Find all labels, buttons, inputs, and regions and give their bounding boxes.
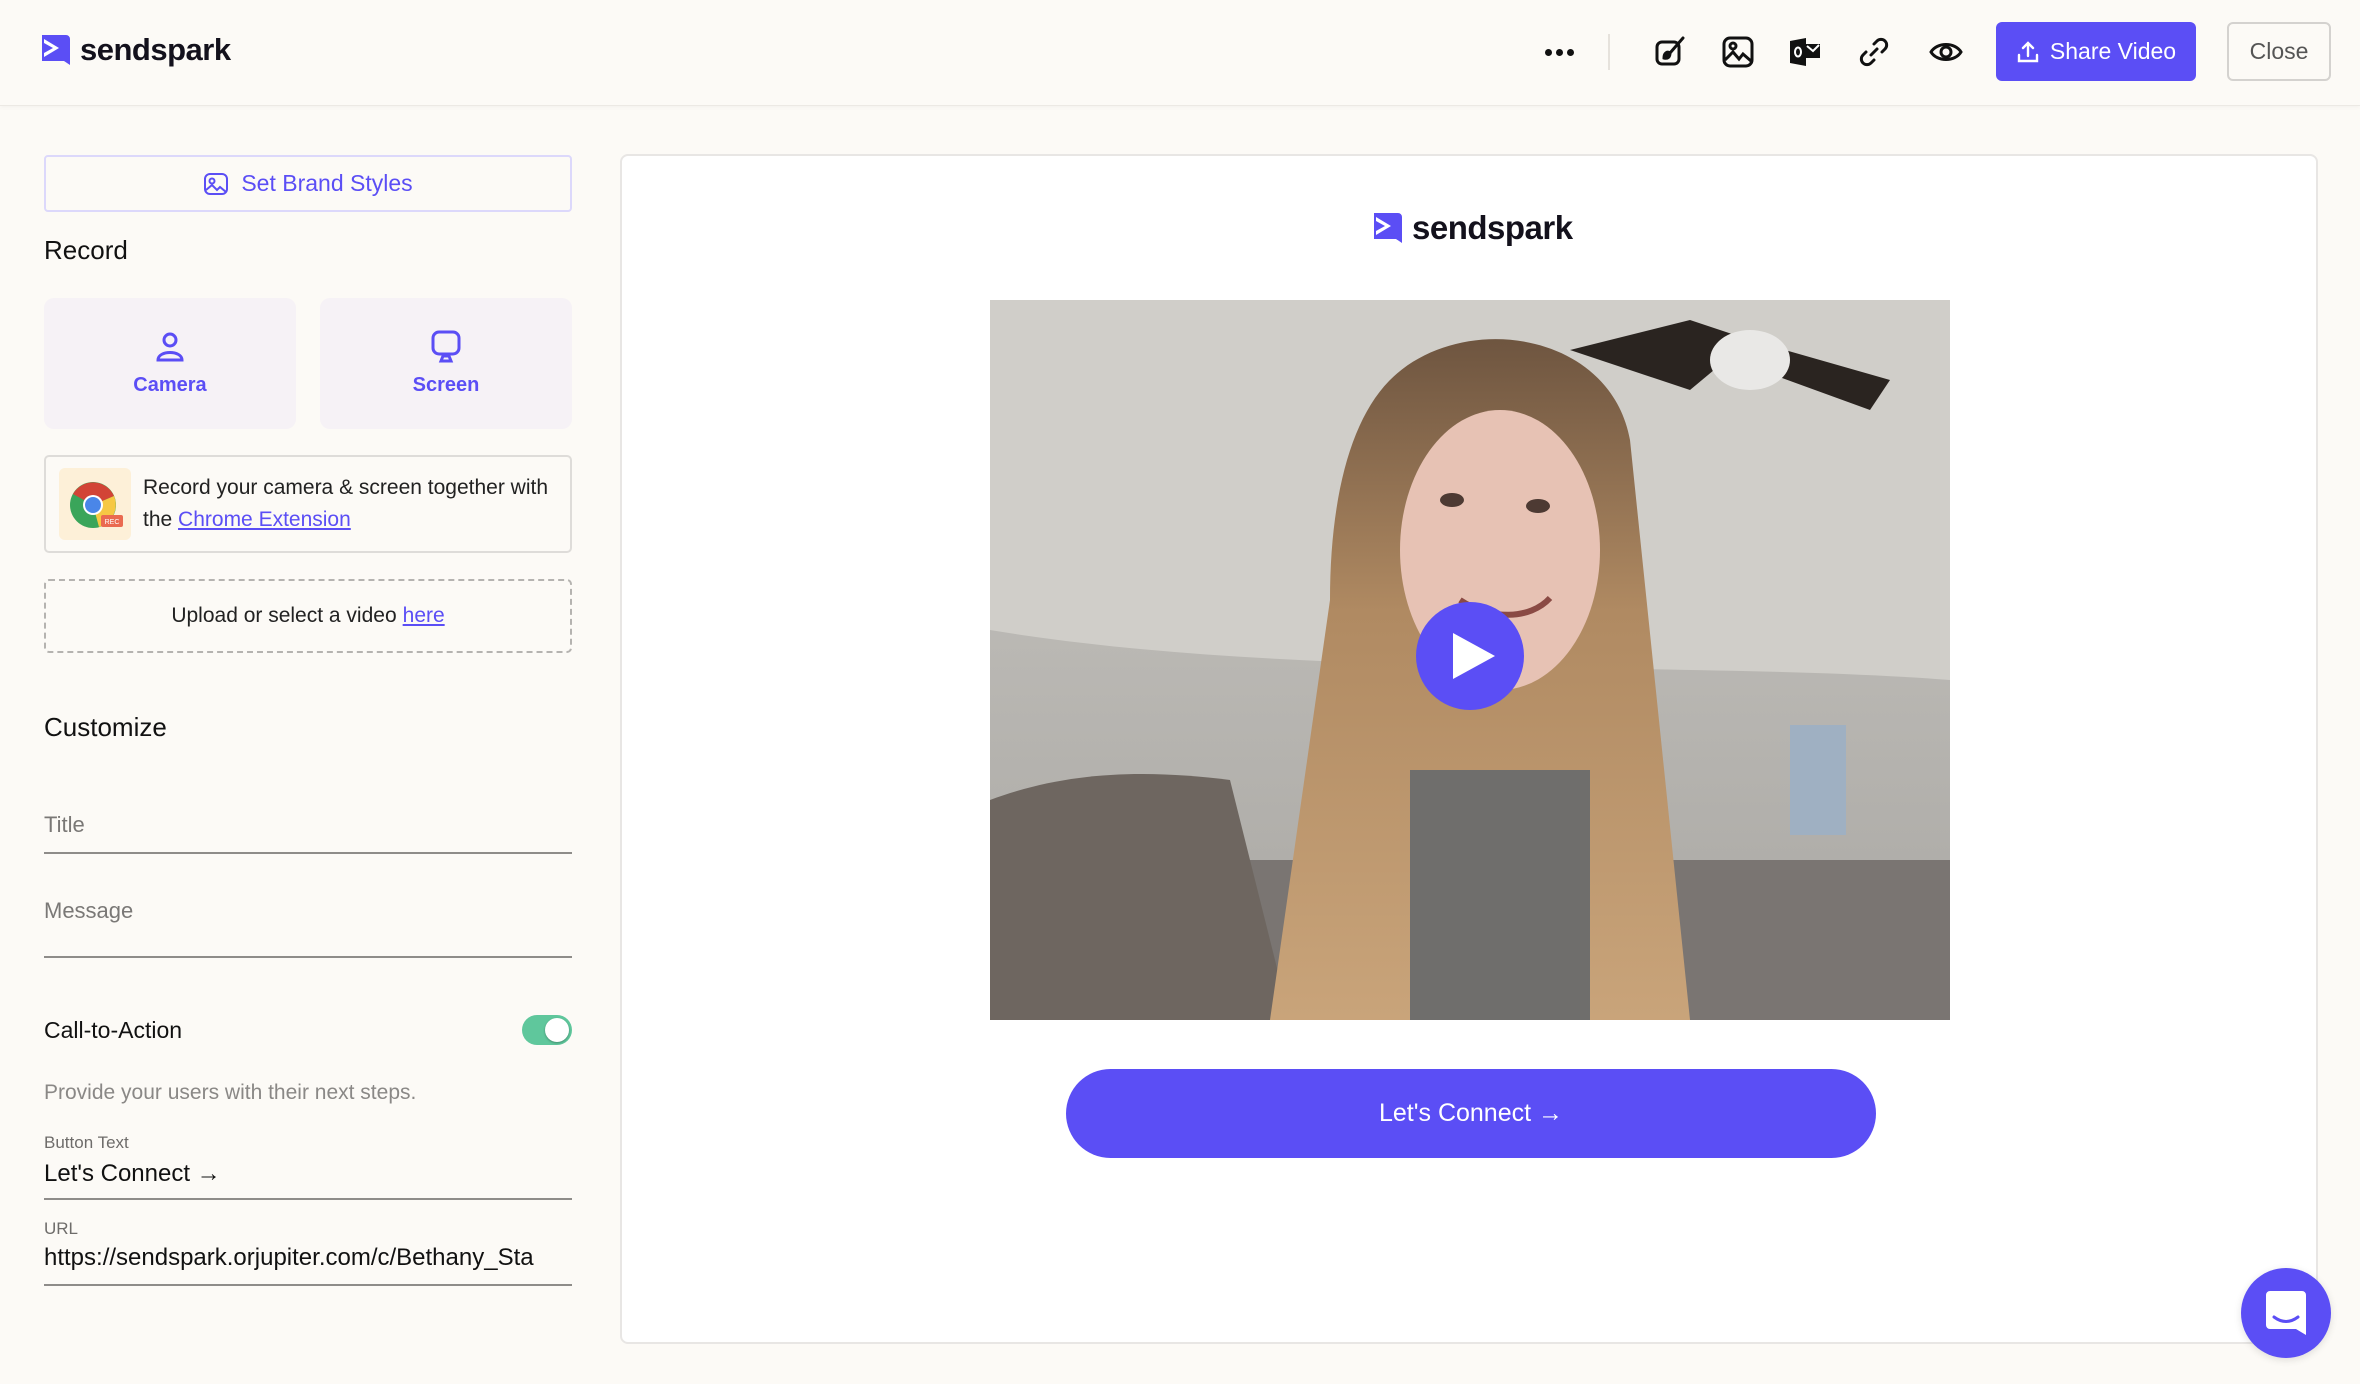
- monitor-icon: [431, 330, 461, 363]
- button-text-value: Let's Connect →: [44, 1160, 221, 1187]
- dot: [1566, 48, 1574, 56]
- chrome-extension-icon: REC: [59, 468, 131, 540]
- cta-toggle[interactable]: [522, 1015, 572, 1045]
- record-camera-button[interactable]: Camera: [44, 298, 296, 429]
- upload-icon: [2017, 40, 2039, 62]
- logo-mark-icon: [42, 35, 70, 65]
- share-video-button[interactable]: Share Video: [1996, 22, 2196, 81]
- brush-icon: [1655, 36, 1685, 66]
- upload-text: Upload or select a video: [171, 604, 397, 627]
- cta-header: Call-to-Action: [44, 1015, 572, 1045]
- logo-wordmark: sendspark: [1412, 209, 1573, 246]
- url-input[interactable]: https://sendspark.orjupiter.com/c/Bethan…: [44, 1244, 572, 1286]
- chrome-extension-promo: REC Record your camera & screen together…: [44, 455, 572, 553]
- video-player[interactable]: [990, 300, 1950, 1020]
- image-icon: [1722, 36, 1754, 68]
- video-page-preview: sendspark Let's Connect →: [620, 154, 2318, 1344]
- toggle-knob: [545, 1018, 569, 1042]
- sendspark-logo[interactable]: sendspark: [42, 32, 231, 68]
- brush-button[interactable]: [1648, 30, 1692, 74]
- message-placeholder: Message: [44, 898, 134, 923]
- url-value: https://sendspark.orjupiter.com/c/Bethan…: [44, 1244, 534, 1271]
- record-screen-button[interactable]: Screen: [320, 298, 572, 429]
- chat-icon: [2266, 1291, 2306, 1335]
- set-brand-styles-button[interactable]: Set Brand Styles: [44, 155, 572, 212]
- thumbnail-button[interactable]: [1716, 30, 1760, 74]
- customize-heading: Customize: [44, 712, 167, 742]
- record-heading: Record: [44, 235, 128, 265]
- button-text-input[interactable]: Let's Connect →: [44, 1160, 572, 1200]
- image-icon: [204, 172, 229, 195]
- toolbar-divider: [1608, 34, 1610, 70]
- chrome-promo-text: Record your camera & screen together wit…: [143, 472, 570, 536]
- more-options-button[interactable]: [1535, 32, 1583, 72]
- url-label: URL: [44, 1219, 79, 1238]
- logo-wordmark: sendspark: [80, 32, 231, 67]
- message-input[interactable]: Message: [44, 898, 572, 958]
- preview-cta-button[interactable]: Let's Connect →: [1066, 1069, 1876, 1158]
- eye-icon: [1929, 43, 1963, 61]
- support-chat-button[interactable]: [2241, 1268, 2331, 1358]
- outlook-button[interactable]: [1783, 30, 1827, 74]
- title-placeholder: Title: [44, 812, 85, 837]
- svg-text:REC: REC: [105, 519, 120, 526]
- outlook-icon: [1790, 38, 1820, 66]
- button-text-label: Button Text: [44, 1133, 129, 1152]
- camera-label: Camera: [133, 374, 207, 396]
- upload-video-dropzone[interactable]: Upload or select a video here: [44, 579, 572, 653]
- preview-logo: sendspark: [1374, 209, 1573, 247]
- link-icon: [1859, 37, 1889, 67]
- preview-button[interactable]: [1924, 30, 1968, 74]
- share-video-label: Share Video: [2049, 38, 2177, 64]
- set-brand-styles-label: Set Brand Styles: [241, 170, 413, 196]
- logo-mark-icon: [1374, 213, 1402, 243]
- copy-link-button[interactable]: [1852, 30, 1896, 74]
- person-icon: [156, 332, 184, 362]
- title-input[interactable]: Title: [44, 812, 572, 854]
- upload-here-link[interactable]: here: [403, 604, 445, 628]
- play-icon: [1453, 633, 1495, 679]
- cta-label: Call-to-Action: [44, 1016, 183, 1043]
- chrome-extension-link[interactable]: Chrome Extension: [178, 508, 351, 531]
- close-button[interactable]: Close: [2227, 22, 2331, 81]
- dot: [1544, 48, 1552, 56]
- dot: [1555, 48, 1563, 56]
- cta-helper-text: Provide your users with their next steps…: [44, 1081, 417, 1104]
- chrome-logo-icon: REC: [70, 482, 123, 528]
- top-bar: sendspark Share Video Close: [0, 0, 2360, 106]
- play-button[interactable]: [1416, 602, 1524, 710]
- screen-label: Screen: [412, 374, 480, 396]
